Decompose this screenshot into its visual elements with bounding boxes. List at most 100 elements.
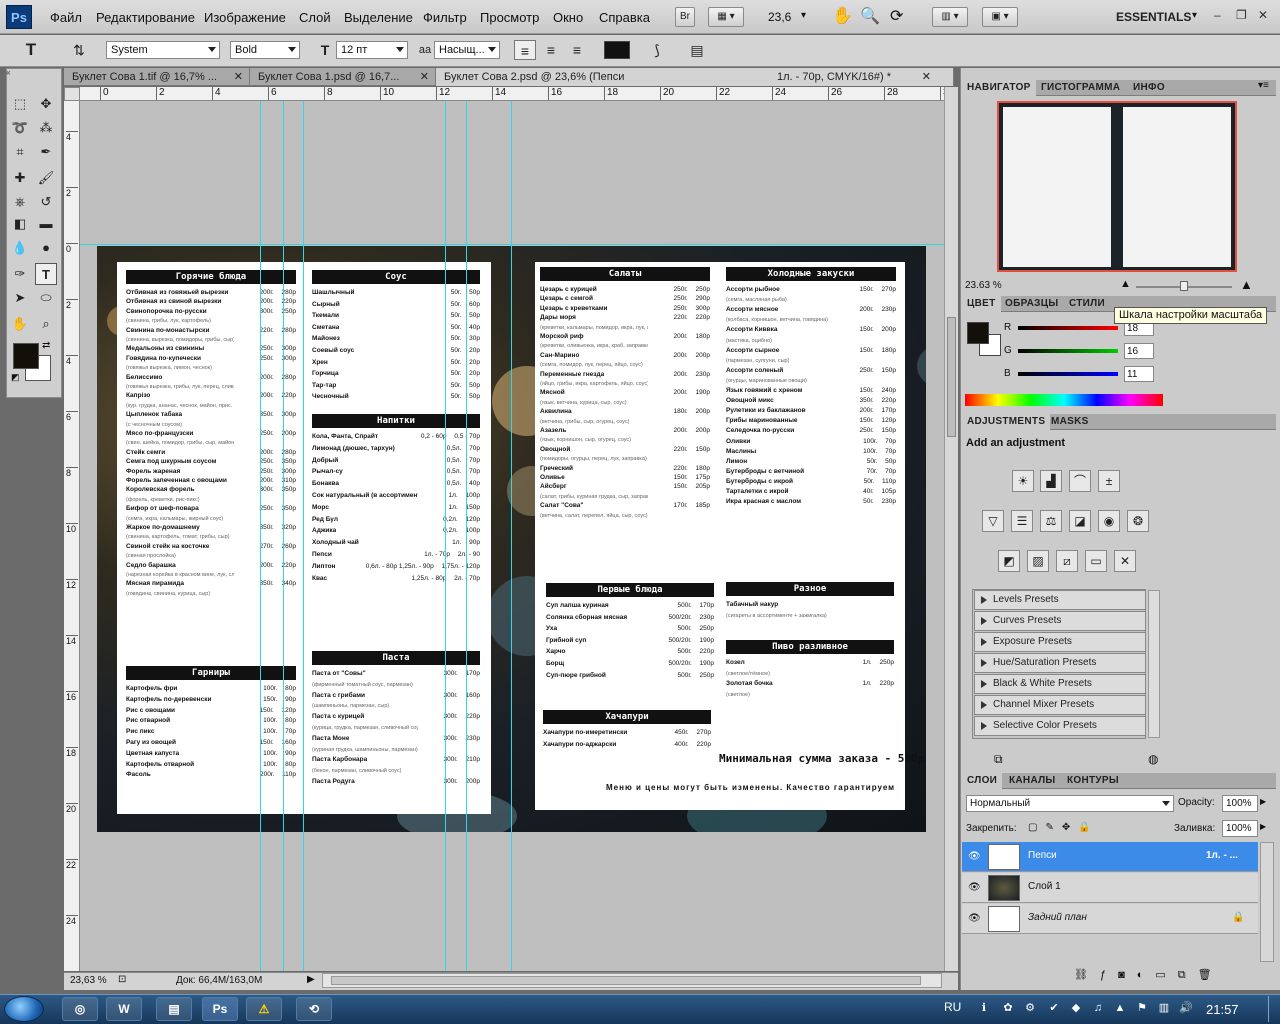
tray-icon[interactable]: ✿ (1000, 1000, 1016, 1016)
slider-b[interactable] (1018, 372, 1118, 376)
healing-brush-tool-icon[interactable]: ✚ (9, 167, 31, 189)
visibility-eye-icon[interactable]: 👁 (968, 851, 981, 862)
preset-black-white[interactable]: Black & White Presets (974, 674, 1146, 694)
dodge-tool-icon[interactable]: ● (35, 237, 57, 259)
text-color-swatch[interactable] (604, 41, 630, 59)
network-tray-icon[interactable]: ▥ (1156, 1000, 1172, 1016)
status-camera-icon[interactable]: ⊡ (118, 974, 126, 985)
color-balance-icon[interactable]: ⚖ (1040, 510, 1062, 532)
layer-pepsi[interactable]: 👁 Пепси 1л. - ... (962, 842, 1258, 872)
app-taskbar-icon[interactable]: ⟲ (296, 997, 332, 1021)
move-tool-icon[interactable]: ✥ (35, 93, 57, 115)
hand-tool-icon[interactable]: ✋ (832, 6, 853, 26)
tab-channels[interactable]: КАНАЛЫ (1004, 773, 1061, 789)
menu-file[interactable]: Файл (50, 10, 82, 25)
tray-icon[interactable]: ⚙ (1022, 1000, 1038, 1016)
tab-layers[interactable]: СЛОИ (962, 773, 1003, 789)
flag-tray-icon[interactable]: ⚑ (1134, 1000, 1150, 1016)
color-foreground-swatch[interactable] (967, 322, 989, 344)
brush-tool-icon[interactable]: 🖌 (35, 167, 57, 189)
tab-paths[interactable]: КОНТУРЫ (1062, 773, 1124, 789)
eyedropper-tool-icon[interactable]: ✒ (35, 141, 57, 163)
opacity-arrow-icon[interactable]: ▶ (1260, 797, 1266, 806)
preset-levels[interactable]: Levels Presets (974, 590, 1146, 610)
text-orientation-icon[interactable]: ⇅ (68, 40, 90, 60)
workspace-switcher[interactable]: ESSENTIALS (1116, 10, 1191, 24)
text-tool-preset-icon[interactable]: T (20, 40, 42, 60)
start-button[interactable] (4, 996, 44, 1022)
antialias-select[interactable]: Насыщ... (434, 41, 500, 59)
tray-icon[interactable]: ◆ (1068, 1000, 1084, 1016)
warning-taskbar-icon[interactable]: ⚠ (246, 997, 282, 1021)
tab-close-icon[interactable]: ✕ (420, 68, 429, 86)
tab-close-icon[interactable]: ✕ (234, 68, 243, 86)
layer-1[interactable]: 👁 Слой 1 (962, 873, 1258, 903)
zoom-in-icon[interactable]: ▲ (1240, 277, 1253, 292)
vertical-ruler[interactable]: 420246810121416182022242628 (64, 101, 80, 971)
value-g[interactable]: 16 (1124, 343, 1154, 359)
opacity-field[interactable]: 100% (1222, 795, 1258, 812)
tab-booklet-1-psd[interactable]: Буклет Сова 1.psd @ 16,7... ✕ (250, 68, 436, 86)
posterize-icon[interactable]: ▨ (1027, 550, 1049, 572)
invert-icon[interactable]: ◩ (998, 550, 1020, 572)
status-menu-arrow-icon[interactable]: ▶ (307, 974, 315, 985)
tab-masks[interactable]: MASKS (1046, 414, 1094, 430)
word-taskbar-icon[interactable]: W (106, 997, 142, 1021)
show-desktop-button[interactable] (1268, 996, 1278, 1022)
zoom-slider-handle[interactable] (1180, 281, 1188, 291)
arrange-documents-button[interactable]: ▥ ▾ (932, 7, 968, 27)
crop-tool-icon[interactable]: ⌗ (9, 141, 31, 163)
fill-arrow-icon[interactable]: ▶ (1260, 822, 1266, 831)
close-icon[interactable]: ✕ (1258, 8, 1268, 22)
brightness-contrast-icon[interactable]: ☀ (1012, 470, 1034, 492)
fill-field[interactable]: 100% (1222, 820, 1258, 837)
layer-name[interactable]: Задний план (1028, 912, 1087, 923)
menu-image[interactable]: Изображение (204, 10, 286, 25)
chrome-taskbar-icon[interactable]: ◎ (62, 997, 98, 1021)
default-colors-icon[interactable]: ◩ (11, 372, 20, 383)
navigator-preview[interactable] (997, 101, 1237, 272)
preset-curves[interactable]: Curves Presets (974, 611, 1146, 631)
photoshop-logo-icon[interactable]: Ps (6, 5, 32, 29)
info-tray-icon[interactable]: ℹ (976, 1000, 992, 1016)
foreground-color-swatch[interactable] (13, 343, 39, 369)
eraser-tool-icon[interactable]: ◧ (9, 213, 31, 235)
rotate-view-icon[interactable]: ⟳ (890, 6, 903, 26)
bridge-button[interactable]: Br (675, 7, 695, 27)
gradient-map-icon[interactable]: ▭ (1085, 550, 1107, 572)
slider-r[interactable] (1018, 326, 1118, 330)
visibility-eye-icon[interactable]: 👁 (968, 913, 981, 924)
show-hidden-icon[interactable]: ▲ (1112, 1000, 1128, 1016)
menu-help[interactable]: Справка (599, 10, 650, 25)
preset-exposure[interactable]: Exposure Presets (974, 632, 1146, 652)
align-left-icon[interactable]: ≡ (514, 40, 536, 60)
curves-icon[interactable]: ⌒ (1069, 470, 1091, 492)
tab-swatches[interactable]: ОБРАЗЦЫ (1000, 296, 1063, 312)
value-b[interactable]: 11 (1124, 366, 1154, 382)
tab-histogram[interactable]: ГИСТОГРАММА (1036, 80, 1125, 96)
shape-tool-icon[interactable]: ⬭ (35, 287, 57, 309)
font-size-select[interactable]: 12 пт (336, 41, 408, 59)
zoom-level[interactable]: 23,6 (768, 10, 791, 24)
font-family-select[interactable]: System (106, 41, 220, 59)
tab-adjustments[interactable]: ADJUSTMENTS (962, 414, 1051, 430)
history-brush-tool-icon[interactable]: ↺ (35, 191, 57, 213)
layer-name[interactable]: Слой 1 (1028, 881, 1061, 892)
horizontal-scrollbar[interactable] (322, 973, 942, 988)
clock[interactable]: 21:57 (1206, 1002, 1239, 1017)
black-white-icon[interactable]: ◪ (1069, 510, 1091, 532)
tab-booklet-2-psd[interactable]: Буклет Сова 2.psd @ 23,6% (Пепси 1л. - 70… (436, 68, 954, 86)
view-extras-button[interactable]: ▦ ▾ (708, 7, 744, 27)
levels-icon[interactable]: ▟ (1040, 470, 1062, 492)
workspace-caret-icon[interactable]: ▾ (1192, 10, 1197, 21)
preset-selective-color[interactable]: Selective Color Presets (974, 716, 1146, 736)
status-zoom[interactable]: 23,63 % (70, 975, 107, 986)
lock-icons[interactable]: ▢✎✥🔒 (1028, 822, 1099, 833)
selective-color-icon[interactable]: ✕ (1114, 550, 1136, 572)
menu-edit[interactable]: Редактирование (96, 10, 195, 25)
menu-filter[interactable]: Фильтр (423, 10, 467, 25)
hue-saturation-icon[interactable]: ☰ (1011, 510, 1033, 532)
tray-icon[interactable]: ✔ (1046, 1000, 1062, 1016)
marquee-tool-icon[interactable]: ⬚ (9, 93, 31, 115)
color-spectrum[interactable] (965, 394, 1163, 406)
